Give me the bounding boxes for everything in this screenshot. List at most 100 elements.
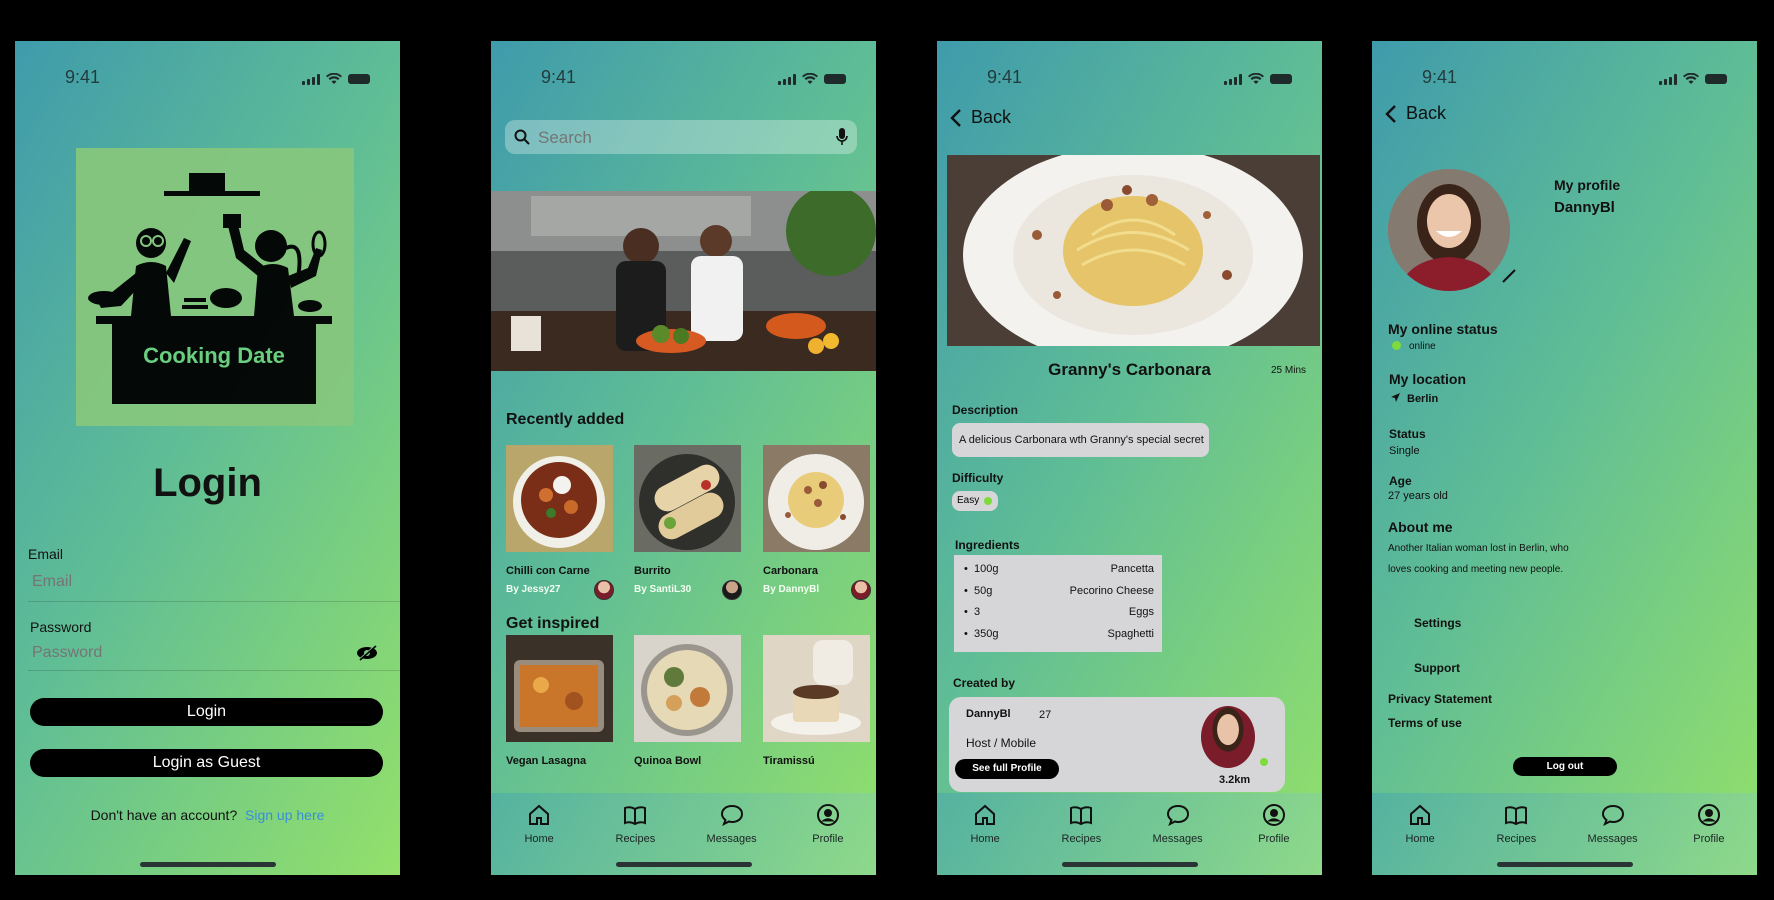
ingredient-row: • 3 Eggs <box>964 606 1154 618</box>
profile-icon <box>1697 804 1720 826</box>
recipe-name[interactable]: Carbonara <box>763 565 818 577</box>
password-field[interactable] <box>30 641 334 665</box>
status-bar: 9:41 <box>491 41 876 113</box>
recipe-thumb-carbonara[interactable] <box>763 445 870 552</box>
login-button[interactable]: Login <box>30 698 383 726</box>
tab-home[interactable]: Home <box>1385 803 1455 875</box>
home-icon <box>975 804 996 825</box>
tab-profile[interactable]: Profile <box>1674 803 1744 875</box>
book-icon <box>624 806 647 826</box>
guest-login-button[interactable]: Login as Guest <box>30 749 383 777</box>
difficulty-label: Difficulty <box>952 471 1004 485</box>
book-icon <box>1505 806 1528 826</box>
signal-icon <box>778 73 796 85</box>
tab-home[interactable]: Home <box>504 803 574 875</box>
about-text-line-1: Another Italian woman lost in Berlin, wh… <box>1388 543 1569 554</box>
recipe-thumb-quinoa[interactable] <box>634 635 741 742</box>
battery-icon <box>1705 74 1727 84</box>
ingredient-row: • 100g Pancetta <box>964 563 1154 575</box>
email-label: Email <box>28 546 64 562</box>
creator-role: Host / Mobile <box>966 736 1037 750</box>
location-label: My location <box>1389 371 1467 387</box>
online-dot <box>1392 341 1401 350</box>
back-button[interactable]: Back <box>949 107 1011 128</box>
recipe-name[interactable]: Chilli con Carne <box>506 565 590 577</box>
hero-image[interactable] <box>491 191 876 371</box>
wifi-icon <box>1683 73 1699 84</box>
creator-avatar[interactable] <box>1201 706 1255 768</box>
status-time: 9:41 <box>987 67 1023 87</box>
search-input[interactable] <box>536 126 820 150</box>
creator-distance: 3.2km <box>1219 774 1251 786</box>
eye-slash-icon[interactable] <box>356 645 378 661</box>
recipe-detail-screen: 9:41 Back Granny's Carbonara 25 Mins Des… <box>937 41 1322 875</box>
password-label: Password <box>30 619 92 635</box>
recipe-author[interactable]: By SantiL30 <box>634 584 691 595</box>
home-indicator <box>615 862 752 867</box>
difficulty-dot <box>984 497 992 505</box>
home-indicator <box>1496 862 1633 867</box>
about-label: About me <box>1388 519 1453 535</box>
recipe-time: 25 Mins <box>1271 365 1307 376</box>
settings-link[interactable]: Settings <box>1414 616 1461 630</box>
recipe-thumb-tiramisu[interactable] <box>763 635 870 742</box>
microphone-icon[interactable] <box>836 127 848 147</box>
about-text-line-2: loves cooking and meeting new people. <box>1388 564 1564 575</box>
support-link[interactable]: Support <box>1414 661 1460 675</box>
ingredients-table: • 100g Pancetta • 50g Pecorino Cheese • 3E… <box>954 555 1162 652</box>
privacy-link[interactable]: Privacy Statement <box>1388 692 1492 706</box>
author-avatar[interactable] <box>594 580 614 600</box>
tab-profile[interactable]: Profile <box>1239 803 1309 875</box>
online-status-label: My online status <box>1388 321 1498 337</box>
recipe-name[interactable]: Tiramissú <box>763 755 815 767</box>
recipe-thumb-lasagna[interactable] <box>506 635 613 742</box>
description-label: Description <box>952 403 1019 417</box>
chat-bubble-icon <box>1166 804 1189 827</box>
tab-profile[interactable]: Profile <box>793 803 863 875</box>
recent-title: Recently added <box>506 411 625 428</box>
ingredients-label: Ingredients <box>955 538 1020 552</box>
status-label: Status <box>1389 427 1426 441</box>
profile-photo[interactable] <box>1388 169 1510 291</box>
recipe-name[interactable]: Burrito <box>634 565 671 577</box>
recipe-hero-image <box>947 155 1320 346</box>
location-row: Berlin <box>1390 392 1438 405</box>
profile-icon <box>816 804 839 826</box>
wifi-icon <box>326 73 342 84</box>
recipe-name[interactable]: Vegan Lasagna <box>506 755 586 767</box>
password-underline <box>28 670 400 671</box>
recipe-author[interactable]: By DannyBl <box>763 584 819 595</box>
login-screen: 9:41 Cooking Date Login Email Email Pass… <box>15 41 400 875</box>
chat-bubble-icon <box>720 804 743 827</box>
location-arrow-icon <box>1391 393 1400 402</box>
author-avatar[interactable] <box>722 580 742 600</box>
email-field[interactable] <box>30 570 374 594</box>
profile-icon <box>1262 804 1285 826</box>
edit-pencil-icon[interactable] <box>1502 269 1516 283</box>
tab-home[interactable]: Home <box>950 803 1020 875</box>
email-underline <box>28 601 400 602</box>
ingredient-row: • 50g Pecorino Cheese <box>964 585 1154 597</box>
chevron-left-icon <box>1385 104 1396 123</box>
chefs-illustration <box>88 173 332 404</box>
logout-button[interactable]: Log out <box>1513 757 1617 776</box>
difficulty-value: Easy <box>957 495 980 506</box>
status-value: Single <box>1389 445 1420 457</box>
recipe-thumb-burrito[interactable] <box>634 445 741 552</box>
online-status-row: online <box>1392 341 1436 352</box>
recipe-thumb-chilli[interactable] <box>506 445 613 552</box>
recipe-author[interactable]: By Jessy27 <box>506 584 561 595</box>
signup-link[interactable]: Sign up here <box>245 807 324 823</box>
signup-row: Don't have an account? Sign up here <box>15 807 400 823</box>
signal-icon <box>302 73 320 85</box>
status-bar: 9:41 <box>15 41 400 113</box>
author-avatar[interactable] <box>851 580 871 600</box>
recipe-name[interactable]: Quinoa Bowl <box>634 755 701 767</box>
search-bar[interactable] <box>505 120 857 154</box>
back-button[interactable]: Back <box>1384 103 1446 124</box>
see-profile-button[interactable]: See full Profile <box>955 759 1059 779</box>
inspired-title: Get inspired <box>506 615 600 632</box>
creator-card[interactable]: DannyBl 27 Host / Mobile See full Profil… <box>949 697 1285 792</box>
recipe-title: Granny's Carbonara <box>1048 360 1211 379</box>
terms-link[interactable]: Terms of use <box>1388 716 1462 730</box>
